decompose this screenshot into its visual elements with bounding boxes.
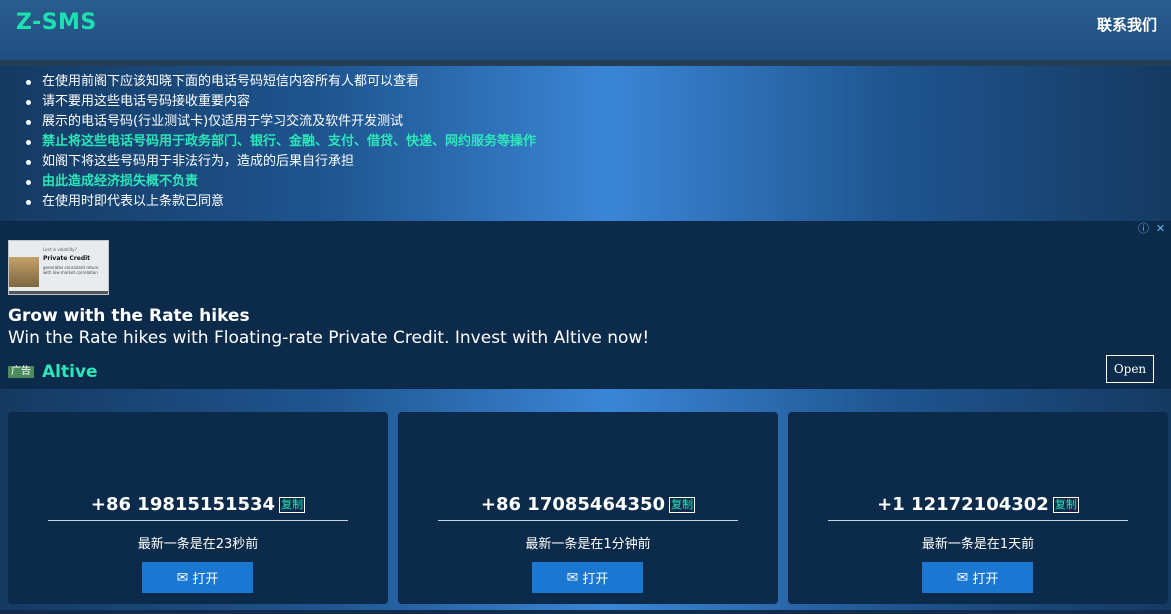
phone-number: +1 12172104302: [877, 494, 1049, 515]
notice-item: 在使用前阁下应该知晓下面的电话号码短信内容所有人都可以查看: [24, 72, 536, 92]
ad-headline[interactable]: Grow with the Rate hikes: [8, 306, 250, 326]
open-button-label: 打开: [582, 572, 609, 587]
top-nav-bar: Z-SMS 联系我们: [0, 0, 1171, 66]
ad-advertiser[interactable]: Altive: [42, 362, 98, 382]
phone-number-row: +1 12172104302 复制: [788, 494, 1168, 515]
open-button-label: 打开: [972, 572, 999, 587]
ad-thumb-bar: [9, 291, 108, 294]
phone-card: +86 19815151534 复制 最新一条是在23秒前 ✉ 打开: [8, 412, 388, 604]
notice-item: 在使用时即代表以上条款已同意: [24, 192, 536, 212]
ad-label-badge: 广告: [8, 366, 34, 378]
envelope-icon: ✉: [176, 569, 189, 586]
copy-button[interactable]: 复制: [279, 497, 306, 513]
envelope-icon: ✉: [566, 569, 579, 586]
phone-number: +86 17085464350: [480, 494, 666, 515]
site-logo[interactable]: Z-SMS: [16, 10, 97, 35]
open-button[interactable]: ✉ 打开: [142, 562, 253, 593]
notice-item: 请不要用这些电话号码接收重要内容: [24, 92, 536, 112]
ad-thumb-text: generates consistent return with low mar…: [43, 265, 99, 275]
open-button[interactable]: ✉ 打开: [922, 562, 1033, 593]
ad-choices: ⓘ ✕: [1137, 222, 1167, 235]
phone-number-row: +86 17085464350 复制: [398, 494, 778, 515]
close-icon[interactable]: ✕: [1154, 222, 1167, 235]
envelope-icon: ✉: [956, 569, 969, 586]
notice-item: 展示的电话号码(行业测试卡)仅适用于学习交流及软件开发测试: [24, 112, 536, 132]
notice-item-warning: 由此造成经济损失概不负责: [24, 172, 536, 192]
ad-description[interactable]: Win the Rate hikes with Floating-rate Pr…: [8, 328, 649, 348]
ad-open-button[interactable]: Open: [1106, 355, 1154, 383]
divider: [438, 520, 738, 521]
divider: [828, 520, 1128, 521]
bottom-strip: [0, 610, 1171, 614]
ad-banner[interactable]: Lost in volatility? Private Credit gener…: [0, 221, 1171, 389]
phone-number: +86 19815151534: [90, 494, 276, 515]
last-message-time: 最新一条是在23秒前: [137, 537, 259, 552]
phone-number-row: +86 19815151534 复制: [8, 494, 388, 515]
phone-card: +1 12172104302 复制 最新一条是在1天前 ✉ 打开: [788, 412, 1168, 604]
copy-button[interactable]: 复制: [1052, 497, 1079, 513]
info-icon[interactable]: ⓘ: [1137, 222, 1150, 235]
last-message-time: 最新一条是在1天前: [921, 537, 1035, 552]
divider: [48, 520, 348, 521]
ad-thumb-title: Private Credit: [43, 255, 91, 262]
notice-item-warning: 禁止将这些电话号码用于政务部门、银行、金融、支付、借贷、快递、网约服务等操作: [24, 132, 536, 152]
notice-item: 如阁下将这些号码用于非法行为，造成的后果自行承担: [24, 152, 536, 172]
notice-list: 在使用前阁下应该知晓下面的电话号码短信内容所有人都可以查看 请不要用这些电话号码…: [24, 72, 536, 212]
copy-button[interactable]: 复制: [669, 497, 696, 513]
contact-us-link[interactable]: 联系我们: [1097, 14, 1157, 35]
ad-thumb-caption: Lost in volatility?: [43, 247, 77, 252]
last-message-time: 最新一条是在1分钟前: [525, 537, 651, 552]
open-button[interactable]: ✉ 打开: [532, 562, 643, 593]
open-button-label: 打开: [192, 572, 219, 587]
coin-stack-image: [9, 257, 39, 287]
phone-card: +86 17085464350 复制 最新一条是在1分钟前 ✉ 打开: [398, 412, 778, 604]
ad-thumbnail[interactable]: Lost in volatility? Private Credit gener…: [8, 240, 109, 295]
